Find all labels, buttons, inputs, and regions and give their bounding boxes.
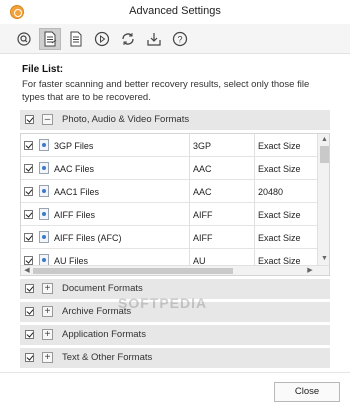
file-extension: AAC: [193, 164, 212, 174]
play-icon: [94, 31, 110, 47]
table-row[interactable]: 3GP Files 3GP Exact Size: [21, 134, 317, 157]
scroll-up-icon[interactable]: ▲: [319, 135, 329, 145]
row-checkbox[interactable]: [24, 187, 33, 196]
row-checkbox[interactable]: [24, 164, 33, 173]
file-name: AIFF Files: [54, 210, 96, 220]
expand-icon[interactable]: +: [42, 329, 53, 340]
window-title: Advanced Settings: [129, 5, 221, 17]
section-application-checkbox[interactable]: [25, 330, 34, 339]
file-size-mode[interactable]: Exact Size: [258, 233, 301, 243]
document-tool-button[interactable]: [65, 28, 87, 50]
file-list-heading: File List:: [22, 64, 64, 75]
audio-file-icon: [39, 208, 49, 220]
section-document-label: Document Formats: [62, 283, 143, 294]
search-tool-button[interactable]: [13, 28, 35, 50]
video-file-icon: [39, 139, 49, 151]
toolbar: ?: [0, 24, 350, 54]
search-icon: [17, 32, 31, 46]
section-application-label: Application Formats: [62, 329, 146, 340]
row-checkbox[interactable]: [24, 233, 33, 242]
section-application-formats[interactable]: + Application Formats: [20, 325, 330, 345]
section-text-checkbox[interactable]: [25, 353, 34, 362]
scroll-right-icon[interactable]: ▶: [305, 266, 315, 275]
help-tool-button[interactable]: ?: [169, 28, 191, 50]
file-extension: AIFF: [193, 233, 213, 243]
file-list-icon: [44, 31, 57, 47]
section-archive-checkbox[interactable]: [25, 307, 34, 316]
svg-text:?: ?: [177, 35, 182, 45]
section-media-label: Photo, Audio & Video Formats: [62, 114, 190, 125]
section-document-checkbox[interactable]: [25, 284, 34, 293]
expand-icon[interactable]: +: [42, 283, 53, 294]
section-text-other-formats[interactable]: + Text & Other Formats: [20, 348, 330, 368]
file-name: AAC Files: [54, 164, 95, 174]
file-list-tool-button[interactable]: [39, 28, 61, 50]
file-name: AAC1 Files: [54, 187, 100, 197]
horizontal-scrollbar[interactable]: ◀ ▶: [21, 265, 329, 275]
file-size-mode[interactable]: Exact Size: [258, 210, 301, 220]
scroll-left-icon[interactable]: ◀: [22, 266, 32, 275]
table-row[interactable]: AIFF Files AIFF Exact Size: [21, 203, 317, 226]
table-row[interactable]: AAC Files AAC Exact Size: [21, 157, 317, 180]
section-photo-audio-video[interactable]: – Photo, Audio & Video Formats: [20, 110, 330, 130]
file-extension: AIFF: [193, 210, 213, 220]
download-icon: [147, 33, 161, 46]
vertical-scroll-thumb[interactable]: [320, 146, 329, 163]
expand-icon[interactable]: +: [42, 306, 53, 317]
refresh-tool-button[interactable]: [117, 28, 139, 50]
watermark: SOFTPEDIA: [118, 295, 208, 311]
file-extension: AAC: [193, 187, 212, 197]
close-button[interactable]: Close: [274, 382, 340, 402]
document-icon: [70, 31, 82, 47]
collapse-icon[interactable]: –: [42, 114, 53, 125]
file-extension: 3GP: [193, 141, 212, 151]
row-checkbox[interactable]: [24, 256, 33, 265]
file-name: AIFF Files (AFC): [54, 233, 122, 243]
help-icon: ?: [172, 31, 188, 47]
file-size-mode[interactable]: Exact Size: [258, 164, 301, 174]
table-row[interactable]: AAC1 Files AAC 20480: [21, 180, 317, 203]
audio-file-icon: [39, 162, 49, 174]
download-tool-button[interactable]: [143, 28, 165, 50]
section-text-label: Text & Other Formats: [62, 352, 153, 363]
audio-file-icon: [39, 185, 49, 197]
expand-icon[interactable]: +: [42, 352, 53, 363]
horizontal-scroll-thumb[interactable]: [33, 268, 233, 274]
refresh-icon: [122, 33, 134, 45]
file-name: 3GP Files: [54, 141, 94, 151]
file-list-description: For faster scanning and better recovery …: [22, 79, 310, 103]
vertical-scrollbar[interactable]: ▲ ▼: [317, 134, 329, 265]
table-row[interactable]: AIFF Files (AFC) AIFF Exact Size: [21, 226, 317, 249]
file-types-table: 3GP Files 3GP Exact Size AAC Files AAC E…: [20, 133, 330, 276]
play-tool-button[interactable]: [91, 28, 113, 50]
audio-file-icon: [39, 231, 49, 243]
scroll-down-icon[interactable]: ▼: [319, 254, 329, 264]
file-size-mode[interactable]: 20480: [258, 187, 283, 197]
row-checkbox[interactable]: [24, 210, 33, 219]
dialog-footer: Close: [0, 372, 350, 409]
section-media-checkbox[interactable]: [25, 115, 34, 124]
title-bar: Advanced Settings: [0, 0, 350, 24]
file-size-mode[interactable]: Exact Size: [258, 141, 301, 151]
row-checkbox[interactable]: [24, 141, 33, 150]
